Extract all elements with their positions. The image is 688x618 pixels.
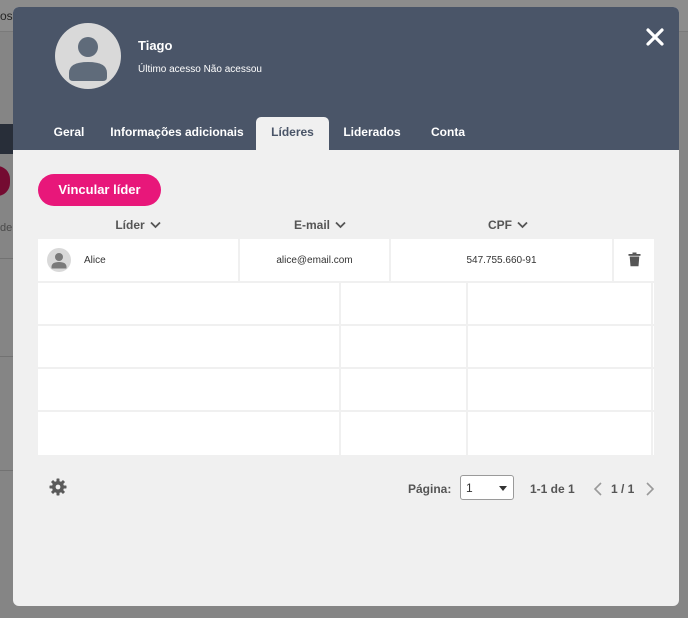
tab-conta[interactable]: Conta <box>423 117 473 150</box>
table-row[interactable]: Alice alice@email.com 547.755.660-91 <box>38 239 654 281</box>
empty-cell <box>341 283 466 324</box>
modal-header: Tiago Último acesso Não acessou Geral In… <box>13 7 679 150</box>
empty-cell <box>468 412 651 455</box>
chevron-left-icon <box>593 482 602 496</box>
empty-cell <box>341 412 466 455</box>
page-select-value: 1 <box>466 481 473 495</box>
leaders-table: Alice alice@email.com 547.755.660-91 <box>38 239 654 455</box>
chevron-down-icon <box>517 221 528 229</box>
user-name: Tiago <box>138 38 173 53</box>
caret-down-icon <box>499 486 507 491</box>
tab-informacoes-adicionais[interactable]: Informações adicionais <box>110 117 244 150</box>
user-modal: Tiago Último acesso Não acessou Geral In… <box>13 7 679 606</box>
page-label: Página: <box>408 482 452 496</box>
table-settings-button[interactable] <box>49 478 67 496</box>
empty-cell <box>341 369 466 410</box>
page-select[interactable]: 1 <box>460 475 514 500</box>
empty-cell <box>653 412 654 455</box>
chevron-down-icon <box>335 221 346 229</box>
column-header-label: CPF <box>488 218 512 232</box>
column-header-label: Líder <box>115 218 145 232</box>
gear-icon <box>49 478 67 496</box>
column-header-email[interactable]: E-mail <box>280 215 360 235</box>
trash-icon[interactable] <box>628 252 641 267</box>
cell-actions <box>614 239 654 281</box>
user-avatar-icon <box>51 253 67 269</box>
leader-cpf: 547.755.660-91 <box>466 255 537 266</box>
cell-email: alice@email.com <box>240 239 389 281</box>
tab-liderados[interactable]: Liderados <box>340 117 404 150</box>
cell-cpf: 547.755.660-91 <box>391 239 612 281</box>
empty-cell <box>653 369 654 410</box>
empty-cell <box>38 283 339 324</box>
chevron-down-icon <box>150 221 161 229</box>
next-page-button[interactable] <box>644 481 656 497</box>
close-icon <box>646 28 664 46</box>
column-header-label: E-mail <box>293 218 330 232</box>
empty-cell <box>468 369 651 410</box>
empty-cell <box>468 326 651 367</box>
last-access-text: Último acesso Não acessou <box>138 64 262 75</box>
tab-geral[interactable]: Geral <box>43 117 95 150</box>
empty-cell <box>38 326 339 367</box>
cell-leader: Alice <box>38 239 238 281</box>
empty-cell <box>38 369 339 410</box>
range-text: 1-1 de 1 <box>530 482 575 496</box>
modal-tabs: Geral Informações adicionais Líderes Lid… <box>13 117 679 150</box>
link-leader-button[interactable]: Vincular líder <box>38 174 161 206</box>
empty-cell <box>468 283 651 324</box>
chevron-right-icon <box>646 482 655 496</box>
leader-name: Alice <box>84 255 106 266</box>
empty-cell <box>653 326 654 367</box>
column-header-leader[interactable]: Líder <box>103 215 173 235</box>
empty-cell <box>38 412 339 455</box>
leader-email: alice@email.com <box>276 255 353 266</box>
empty-cell <box>653 283 654 324</box>
empty-cell <box>341 326 466 367</box>
pages-text: 1 / 1 <box>611 482 635 496</box>
previous-page-button[interactable] <box>592 481 604 497</box>
close-button[interactable] <box>645 27 665 47</box>
user-avatar <box>55 23 121 89</box>
column-header-cpf[interactable]: CPF <box>473 215 543 235</box>
user-avatar-icon <box>69 37 107 81</box>
row-avatar <box>47 248 71 272</box>
tab-lideres[interactable]: Líderes <box>256 117 329 150</box>
